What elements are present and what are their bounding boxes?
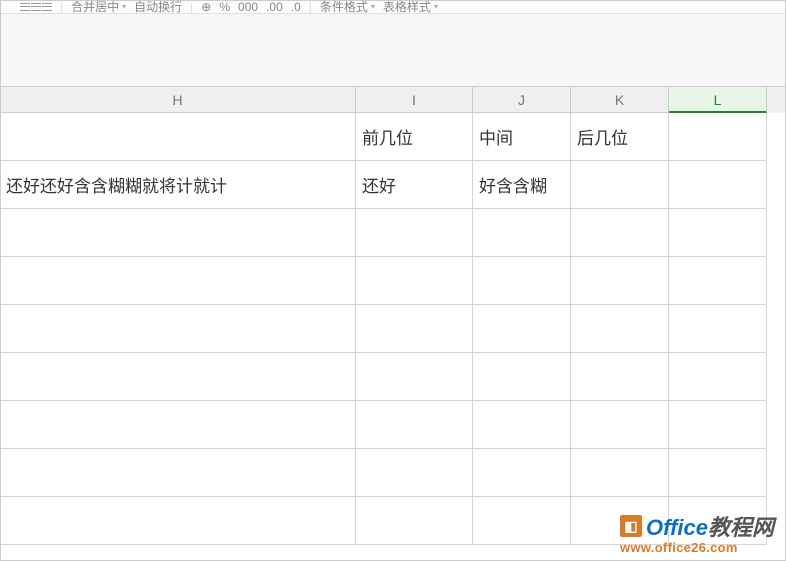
cell[interactable] xyxy=(571,449,669,497)
cell[interactable] xyxy=(571,209,669,257)
cell[interactable] xyxy=(669,449,767,497)
table-row xyxy=(0,257,786,305)
align-icons[interactable] xyxy=(20,3,52,11)
cell[interactable] xyxy=(669,257,767,305)
cell[interactable] xyxy=(0,305,356,353)
cell[interactable] xyxy=(473,497,571,545)
cell[interactable] xyxy=(356,209,473,257)
cell[interactable] xyxy=(0,497,356,545)
cell[interactable] xyxy=(356,401,473,449)
table-row: 前几位 中间 后几位 xyxy=(0,113,786,161)
cell[interactable] xyxy=(669,401,767,449)
table-row xyxy=(0,209,786,257)
table-row xyxy=(0,401,786,449)
cell[interactable] xyxy=(473,449,571,497)
cell[interactable]: 还好还好含含糊糊就将计就计 xyxy=(0,161,356,209)
decimal-dec-button[interactable]: .0 xyxy=(291,0,301,14)
cell[interactable] xyxy=(571,257,669,305)
col-header-I[interactable]: I xyxy=(356,87,473,113)
cell[interactable]: 中间 xyxy=(473,113,571,161)
column-headers: H I J K L xyxy=(0,87,786,113)
col-header-L[interactable]: L xyxy=(669,87,767,113)
watermark-url: www.office26.com xyxy=(620,540,774,555)
cell[interactable] xyxy=(473,353,571,401)
cell[interactable] xyxy=(473,257,571,305)
cell[interactable] xyxy=(0,113,356,161)
cell[interactable] xyxy=(571,305,669,353)
watermark-brand2: 教程网 xyxy=(708,515,774,540)
cell[interactable] xyxy=(473,305,571,353)
cell[interactable] xyxy=(0,401,356,449)
conditional-format-button[interactable]: 条件格式▾ xyxy=(320,0,375,14)
thousands-button[interactable]: 000 xyxy=(238,0,258,14)
cell[interactable] xyxy=(473,401,571,449)
office-logo-icon: ◧ xyxy=(620,515,642,537)
auto-wrap-button[interactable]: 自动换行 xyxy=(134,0,182,14)
cell[interactable] xyxy=(356,257,473,305)
col-header-H[interactable]: H xyxy=(0,87,356,113)
cell[interactable] xyxy=(669,113,767,161)
cell[interactable]: 前几位 xyxy=(356,113,473,161)
cell[interactable] xyxy=(356,305,473,353)
cell[interactable] xyxy=(669,161,767,209)
col-header-K[interactable]: K xyxy=(571,87,669,113)
cell[interactable] xyxy=(0,209,356,257)
cell[interactable] xyxy=(0,449,356,497)
cell[interactable] xyxy=(571,353,669,401)
col-header-J[interactable]: J xyxy=(473,87,571,113)
cell[interactable] xyxy=(571,161,669,209)
table-row xyxy=(0,449,786,497)
cell[interactable]: 还好 xyxy=(356,161,473,209)
formula-bar-area xyxy=(0,14,786,87)
table-row xyxy=(0,353,786,401)
percent-button[interactable]: % xyxy=(219,0,230,14)
cell[interactable]: 好含含糊 xyxy=(473,161,571,209)
cell[interactable] xyxy=(356,353,473,401)
cell[interactable] xyxy=(473,209,571,257)
watermark-brand1: Office xyxy=(646,515,708,540)
spreadsheet-grid[interactable]: H I J K L 前几位 中间 后几位 还好还好含含糊糊就将计就计 还好 好含… xyxy=(0,87,786,545)
table-row xyxy=(0,305,786,353)
cell[interactable] xyxy=(669,305,767,353)
table-row: 还好还好含含糊糊就将计就计 还好 好含含糊 xyxy=(0,161,786,209)
merge-center-button[interactable]: 合并居中▾ xyxy=(71,0,126,14)
cell[interactable] xyxy=(669,353,767,401)
watermark: ◧ Office教程网 www.office26.com xyxy=(620,510,774,555)
table-style-button[interactable]: 表格样式▾ xyxy=(383,0,438,14)
cell[interactable] xyxy=(669,209,767,257)
cell[interactable] xyxy=(0,353,356,401)
ribbon-toolbar: | 合并居中▾ 自动换行 | ⊕ % 000 .00 .0 | 条件格式▾ 表格… xyxy=(0,0,786,14)
cell[interactable] xyxy=(356,449,473,497)
number-format-icon[interactable]: ⊕ xyxy=(201,0,211,14)
decimal-inc-button[interactable]: .00 xyxy=(266,0,283,14)
cell[interactable] xyxy=(571,401,669,449)
cell[interactable]: 后几位 xyxy=(571,113,669,161)
cell[interactable] xyxy=(0,257,356,305)
cell[interactable] xyxy=(356,497,473,545)
